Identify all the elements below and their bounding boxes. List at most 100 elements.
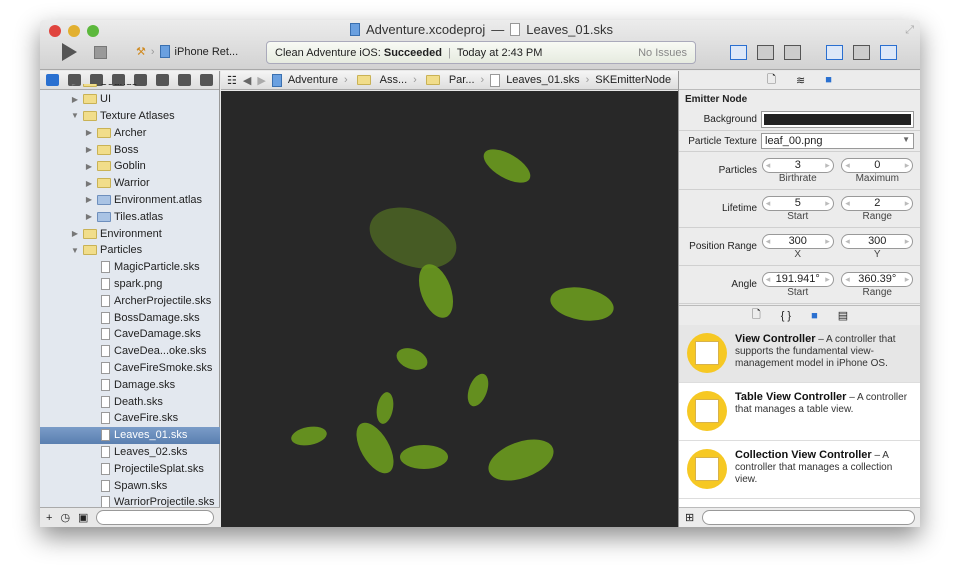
file-icon bbox=[101, 311, 110, 324]
stepper-input[interactable]: 3 bbox=[761, 157, 834, 173]
tree-item[interactable]: MagicParticle.sks bbox=[40, 259, 220, 276]
object-library-icon[interactable]: ■ bbox=[811, 310, 818, 322]
run-button[interactable] bbox=[62, 43, 77, 61]
tree-item[interactable]: CaveDea...oke.sks bbox=[40, 343, 220, 360]
leaf-particle bbox=[418, 264, 454, 318]
breadcrumb-item[interactable]: SKEmitterNode bbox=[595, 74, 671, 86]
navigator-filter-bar: + ◷ ▣ bbox=[40, 507, 220, 527]
app-icon: ⚒ bbox=[136, 46, 146, 58]
tree-item[interactable]: Death.sks bbox=[40, 393, 220, 410]
file-icon bbox=[101, 328, 110, 341]
breadcrumb-item[interactable]: Par... bbox=[449, 74, 475, 86]
stop-button[interactable] bbox=[94, 46, 107, 59]
unsaved-files-icon[interactable]: ▣ bbox=[78, 511, 88, 524]
version-editor-icon[interactable] bbox=[784, 45, 801, 60]
standard-editor-icon[interactable] bbox=[730, 45, 747, 60]
file-inspector-icon[interactable]: 🗋 bbox=[767, 71, 776, 90]
disclosure-triangle-icon[interactable]: ▶ bbox=[84, 195, 94, 204]
disclosure-triangle-icon[interactable]: ▶ bbox=[70, 95, 80, 104]
recent-files-icon[interactable]: ◷ bbox=[60, 511, 70, 524]
texture-select[interactable]: leaf_00.png ▼ bbox=[761, 133, 914, 149]
library-filter-input[interactable] bbox=[702, 510, 915, 525]
disclosure-triangle-icon[interactable]: ▶ bbox=[84, 162, 94, 171]
stepper-field: 300X bbox=[761, 233, 835, 260]
tree-item[interactable]: ▶ Sounds bbox=[40, 84, 220, 91]
library-item-text: Collection View Controller – A controlle… bbox=[735, 449, 913, 490]
particle-canvas[interactable] bbox=[221, 91, 678, 527]
tree-item[interactable]: ProjectileSplat.sks bbox=[40, 460, 220, 477]
texture-label: Particle Texture bbox=[688, 135, 757, 147]
tree-item[interactable]: ▶ Goblin bbox=[40, 158, 220, 175]
disclosure-triangle-icon[interactable]: ▶ bbox=[84, 128, 94, 137]
tree-item[interactable]: Spawn.sks bbox=[40, 477, 220, 494]
tree-item[interactable]: ▶ UI bbox=[40, 91, 220, 108]
add-icon[interactable]: + bbox=[46, 512, 52, 524]
tree-item[interactable]: Leaves_02.sks bbox=[40, 444, 220, 461]
tree-item[interactable]: ▶ Environment bbox=[40, 225, 220, 242]
related-items-icon[interactable]: ☷ bbox=[227, 74, 237, 87]
filter-input[interactable] bbox=[96, 510, 214, 525]
stepper-input[interactable]: 5 bbox=[761, 195, 834, 211]
attributes-inspector-icon[interactable]: ■ bbox=[825, 74, 832, 86]
library-item[interactable]: Table View Controller – A controller tha… bbox=[679, 383, 920, 441]
library-item-text: View Controller – A controller that supp… bbox=[735, 333, 913, 374]
assistant-editor-icon[interactable] bbox=[757, 45, 774, 60]
tree-item[interactable]: ▶ Archer bbox=[40, 124, 220, 141]
tree-item[interactable]: ▶ Environment.atlas bbox=[40, 192, 220, 209]
tree-item[interactable]: ▶ Tiles.atlas bbox=[40, 208, 220, 225]
stepper-sublabel: Y bbox=[873, 248, 881, 260]
tree-item[interactable]: BossDamage.sks bbox=[40, 309, 220, 326]
property-row: Particles3Birthrate0Maximum bbox=[679, 152, 920, 190]
breadcrumb-item[interactable]: Ass... bbox=[380, 74, 408, 86]
tree-item[interactable]: ▶ Boss bbox=[40, 141, 220, 158]
disclosure-triangle-icon[interactable]: ▶ bbox=[84, 145, 94, 154]
disclosure-triangle-icon[interactable]: ▶ bbox=[70, 229, 80, 238]
tree-item[interactable]: CaveDamage.sks bbox=[40, 326, 220, 343]
tree-item[interactable]: Damage.sks bbox=[40, 376, 220, 393]
tree-item[interactable]: ▼ Texture Atlases bbox=[40, 108, 220, 125]
library-item[interactable]: View Controller – A controller that supp… bbox=[679, 325, 920, 383]
disclosure-triangle-icon[interactable]: ▼ bbox=[70, 246, 80, 255]
disclosure-triangle-icon[interactable]: ▶ bbox=[84, 179, 94, 188]
background-color-well[interactable] bbox=[761, 111, 914, 128]
zoom-button[interactable] bbox=[87, 25, 99, 37]
breadcrumb-item[interactable]: Adventure bbox=[288, 74, 338, 86]
tree-item-label: Boss bbox=[114, 143, 139, 156]
library-item[interactable]: Collection View Controller – A controlle… bbox=[679, 441, 920, 499]
grid-view-icon[interactable]: ⊞ bbox=[685, 511, 694, 524]
stepper-input[interactable]: 191.941° bbox=[761, 271, 834, 287]
disclosure-triangle-icon[interactable]: ▼ bbox=[70, 111, 80, 120]
forward-icon[interactable]: ▶ bbox=[257, 74, 265, 87]
breadcrumb-item[interactable]: Leaves_01.sks bbox=[506, 74, 579, 86]
toggle-utilities-icon[interactable] bbox=[880, 45, 897, 60]
toggle-debug-area-icon[interactable] bbox=[853, 45, 870, 60]
stepper-input[interactable]: 300 bbox=[761, 233, 834, 249]
tree-item[interactable]: Leaves_01.sks bbox=[40, 426, 220, 444]
quick-help-icon[interactable]: ≋ bbox=[796, 74, 805, 87]
tree-item-label: UI bbox=[100, 93, 111, 106]
tree-item[interactable]: ▶ Warrior bbox=[40, 175, 220, 192]
scheme-selector[interactable]: ⚒ › iPhone Ret... bbox=[136, 45, 238, 58]
disclosure-triangle-icon[interactable]: ▶ bbox=[84, 212, 94, 221]
tree-item[interactable]: CaveFire.sks bbox=[40, 410, 220, 427]
code-snippet-icon[interactable]: { } bbox=[781, 310, 791, 322]
tree-item[interactable]: spark.png bbox=[40, 276, 220, 293]
stepper-input[interactable]: 360.39° bbox=[841, 271, 914, 287]
stepper-input[interactable]: 0 bbox=[841, 157, 914, 173]
tree-item-label: CaveFire.sks bbox=[114, 412, 179, 425]
file-template-icon[interactable]: 🗋 bbox=[752, 306, 761, 325]
toggle-navigator-icon[interactable] bbox=[826, 45, 843, 60]
minimize-button[interactable] bbox=[68, 25, 80, 37]
tree-item[interactable]: CaveFireSmoke.sks bbox=[40, 360, 220, 377]
file-icon bbox=[101, 445, 110, 458]
fullscreen-icon[interactable]: ⤢ bbox=[905, 24, 914, 37]
media-library-icon[interactable]: ▤ bbox=[838, 309, 848, 322]
tree-item[interactable]: ArcherProjectile.sks bbox=[40, 292, 220, 309]
stepper-input[interactable]: 2 bbox=[841, 195, 914, 211]
tree-item[interactable]: ▼ Particles bbox=[40, 242, 220, 259]
close-button[interactable] bbox=[49, 25, 61, 37]
back-icon[interactable]: ◀ bbox=[243, 74, 251, 87]
disclosure-triangle-icon[interactable]: ▶ bbox=[70, 84, 80, 87]
stepper-input[interactable]: 300 bbox=[841, 233, 914, 249]
issues-status[interactable]: No Issues bbox=[638, 47, 687, 59]
